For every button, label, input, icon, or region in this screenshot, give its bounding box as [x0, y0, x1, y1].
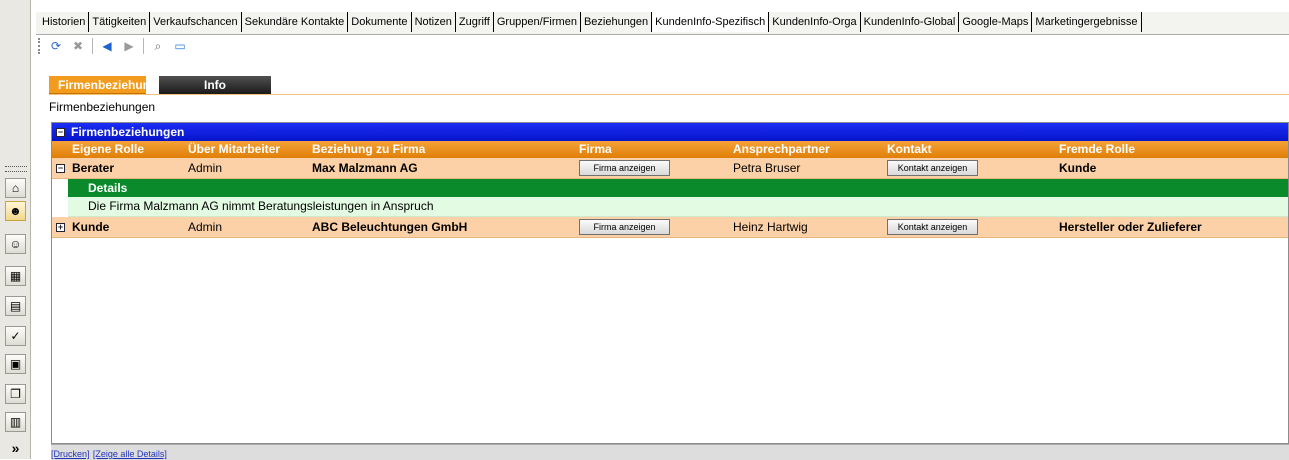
column-header-ansprechpartner[interactable]: Ansprechpartner — [733, 141, 830, 158]
row-role: − Berater — [56, 158, 114, 178]
person-icon[interactable]: ☻ — [5, 201, 26, 221]
tab-taetigkeiten[interactable]: Tätigkeiten — [88, 12, 149, 32]
main-panel: Historien Tätigkeiten Verkaufschancen Sekun… — [36, 0, 1289, 460]
row-role: + Kunde — [56, 217, 109, 237]
group-header[interactable]: − Firmenbeziehungen — [52, 123, 1288, 141]
column-header-ueber-mitarbeiter[interactable]: Über Mitarbeiter — [188, 141, 280, 158]
tab-gruppen-firmen[interactable]: Gruppen/Firmen — [492, 12, 580, 32]
firma-anzeigen-button[interactable]: Firma anzeigen — [579, 160, 670, 176]
column-header-fremde-rolle[interactable]: Fremde Rolle — [1059, 141, 1135, 158]
column-header-eigene-rolle[interactable]: Eigene Rolle — [72, 141, 144, 158]
beziehung-firma-value: ABC Beleuchtungen GmbH — [312, 220, 468, 234]
details-text: Die Firma Malzmann AG nimmt Beratungslei… — [68, 197, 1288, 217]
beziehung-firma-value: Max Malzmann AG — [312, 161, 418, 175]
firma-anzeigen-button[interactable]: Firma anzeigen — [579, 219, 670, 235]
documents-icon[interactable]: ▣ — [5, 354, 26, 374]
tab-historien[interactable]: Historien — [36, 12, 88, 32]
group-title: Firmenbeziehungen — [71, 125, 185, 139]
eigene-rolle-value: Berater — [72, 161, 115, 175]
chart-icon[interactable]: ▥ — [5, 412, 26, 432]
mitarbeiter-value: Admin — [188, 161, 223, 175]
column-header-kontakt[interactable]: Kontakt — [887, 141, 932, 158]
toolbar-separator — [143, 38, 144, 54]
table-row[interactable]: − Berater Admin Max Malzmann AG Firma an… — [52, 158, 1288, 179]
back-icon[interactable]: ◀ — [99, 38, 115, 54]
section-title: Firmenbeziehungen — [49, 100, 156, 114]
contacts-icon[interactable]: ☺ — [5, 234, 26, 254]
collapse-icon[interactable]: − — [56, 127, 65, 137]
organization-icon[interactable]: ▦ — [5, 266, 26, 286]
tab-bar: Historien Tätigkeiten Verkaufschancen Sekun… — [36, 12, 1289, 35]
tab-kundeninfo-orga[interactable]: KundenInfo-Orga — [768, 12, 859, 32]
fremde-rolle-value: Kunde — [1059, 161, 1097, 175]
fremde-rolle-value: Hersteller oder Zulieferer — [1059, 220, 1202, 234]
tab-beziehungen[interactable]: Beziehungen — [579, 12, 651, 32]
subtab-firmenbeziehungen[interactable]: Firmenbeziehungen — [49, 76, 171, 94]
show-all-details-link[interactable]: [Zeige alle Details] — [93, 449, 167, 459]
subtab-divider — [49, 94, 1289, 95]
eigene-rolle-value: Kunde — [72, 220, 110, 234]
relations-grid: − Firmenbeziehungen Eigene Rolle Über Mi… — [51, 122, 1289, 444]
tab-dokumente[interactable]: Dokumente — [347, 12, 410, 32]
print-link[interactable]: [Drucken] — [51, 449, 90, 459]
action-toolbar: ⟳ ✖ ◀ ▶ ⌕ ▭ — [36, 35, 1289, 57]
column-header-row: Eigene Rolle Über Mitarbeiter Beziehung … — [52, 141, 1288, 158]
tab-verkaufschancen[interactable]: Verkaufschancen — [149, 12, 240, 32]
ansprechpartner-value: Heinz Hartwig — [733, 220, 808, 234]
home-icon[interactable]: ⌂ — [5, 178, 26, 198]
tab-sekundaere-kontakte[interactable]: Sekundäre Kontakte — [240, 12, 348, 32]
chevron-more-icon[interactable]: » — [5, 438, 26, 458]
footer-bar: [Drucken] [Zeige alle Details] — [51, 444, 1289, 460]
calendar-icon[interactable]: ▤ — [5, 296, 26, 316]
window-icon[interactable]: ▭ — [172, 38, 188, 54]
column-header-beziehung-zu-firma[interactable]: Beziehung zu Firma — [312, 141, 425, 158]
tab-marketingergebnisse[interactable]: Marketingergebnisse — [1031, 12, 1142, 32]
tab-zugriff[interactable]: Zugriff — [454, 12, 493, 32]
ansprechpartner-value: Petra Bruser — [733, 161, 801, 175]
table-row[interactable]: + Kunde Admin ABC Beleuchtungen GmbH Fir… — [52, 217, 1288, 238]
refresh-icon[interactable]: ⟳ — [48, 38, 64, 54]
forward-icon[interactable]: ▶ — [121, 38, 137, 54]
left-toolbar: ⌂ ☻ ☺ ▦ ▤ ✓ ▣ ❐ ▥ » — [0, 0, 31, 459]
kontakt-anzeigen-button[interactable]: Kontakt anzeigen — [887, 160, 978, 176]
tab-notizen[interactable]: Notizen — [410, 12, 455, 32]
kontakt-anzeigen-button[interactable]: Kontakt anzeigen — [887, 219, 978, 235]
subtab-bar: Firmenbeziehungen Info — [49, 76, 271, 95]
mitarbeiter-value: Admin — [188, 220, 223, 234]
toolbar-grip[interactable] — [5, 166, 27, 172]
tasks-icon[interactable]: ✓ — [5, 326, 26, 346]
delete-icon[interactable]: ✖ — [70, 38, 86, 54]
subtab-info[interactable]: Info — [159, 76, 271, 94]
collapse-icon[interactable]: − — [56, 163, 65, 173]
column-header-firma[interactable]: Firma — [579, 141, 612, 158]
toolbar-grip[interactable] — [38, 38, 42, 54]
preview-icon[interactable]: ⌕ — [150, 38, 166, 54]
tab-kundeninfo-spezifisch[interactable]: KundenInfo-Spezifisch — [651, 12, 769, 32]
expand-icon[interactable]: + — [56, 222, 65, 232]
tab-kundeninfo-global[interactable]: KundenInfo-Global — [859, 12, 959, 32]
tab-google-maps[interactable]: Google-Maps — [958, 12, 1031, 32]
details-header: Details — [68, 179, 1288, 197]
toolbar-separator — [92, 38, 93, 54]
copies-icon[interactable]: ❐ — [5, 384, 26, 404]
